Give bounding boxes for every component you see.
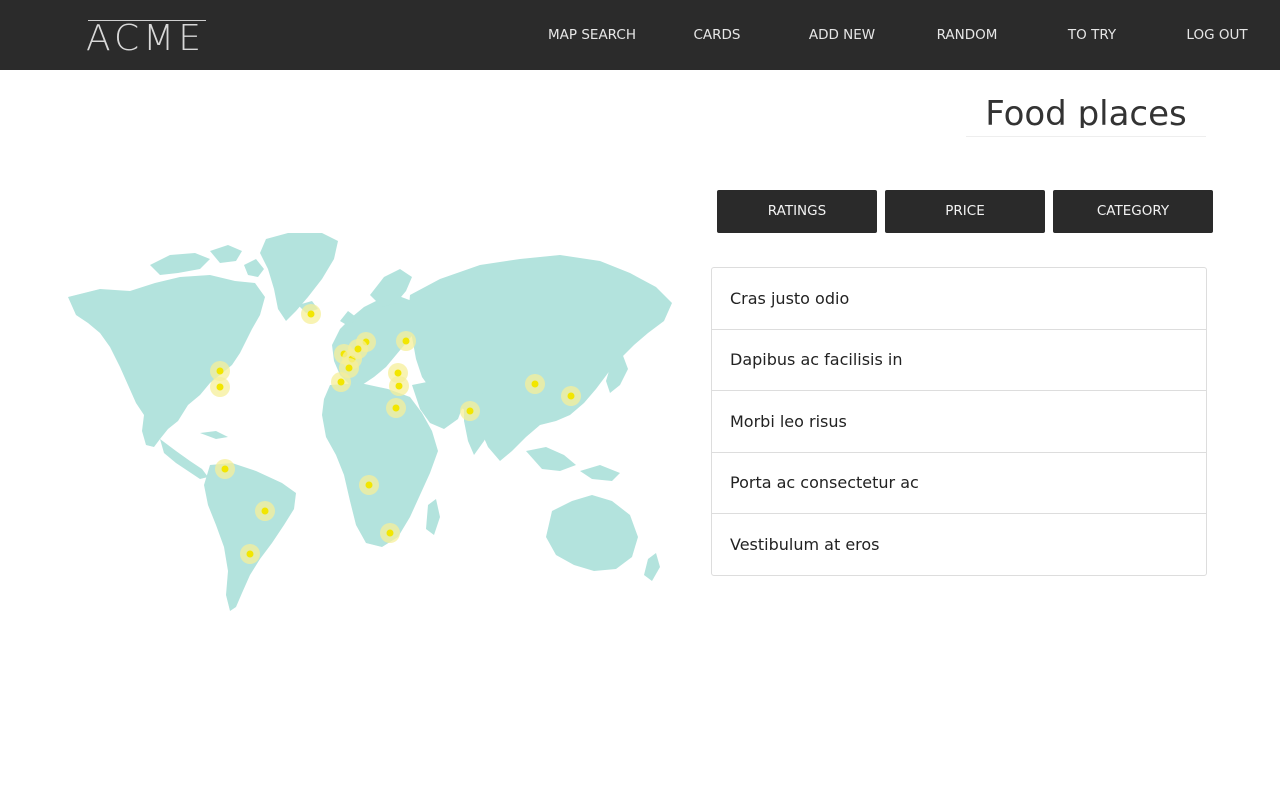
places-list: Cras justo odio Dapibus ac facilisis in …	[711, 267, 1207, 576]
list-item[interactable]: Porta ac consectetur ac	[712, 453, 1206, 514]
map-pin-icon[interactable]	[331, 372, 351, 392]
nav-log-out[interactable]: LOG OUT	[1157, 26, 1277, 44]
map-pin-icon[interactable]	[380, 523, 400, 543]
price-filter-button[interactable]: PRICE	[885, 190, 1045, 233]
nav-cards[interactable]: CARDS	[657, 26, 777, 44]
map-pin-icon[interactable]	[215, 459, 235, 479]
map-land	[68, 233, 672, 611]
list-item[interactable]: Cras justo odio	[712, 268, 1206, 330]
map-pin-icon[interactable]	[240, 544, 260, 564]
map-pin-icon[interactable]	[359, 475, 379, 495]
ratings-filter-button[interactable]: RATINGS	[717, 190, 877, 233]
world-map[interactable]	[60, 225, 680, 620]
map-pin-icon[interactable]	[301, 304, 321, 324]
nav-to-try[interactable]: TO TRY	[1032, 26, 1152, 44]
map-pin-icon[interactable]	[388, 363, 408, 383]
map-pin-icon[interactable]	[386, 398, 406, 418]
map-pin-icon[interactable]	[210, 377, 230, 397]
map-pin-icon[interactable]	[255, 501, 275, 521]
page-title: Food places	[985, 94, 1187, 128]
list-item[interactable]: Morbi leo risus	[712, 391, 1206, 453]
logo-text: ACME	[86, 18, 205, 59]
map-pin-icon[interactable]	[348, 339, 368, 359]
list-item[interactable]: Vestibulum at eros	[712, 514, 1206, 576]
map-pin-icon[interactable]	[396, 331, 416, 351]
nav-map-search[interactable]: MAP SEARCH	[532, 26, 652, 44]
map-pin-icon[interactable]	[561, 386, 581, 406]
map-pin-icon[interactable]	[460, 401, 480, 421]
top-navbar: ACME MAP SEARCH CARDS ADD NEW RANDOM TO …	[0, 0, 1280, 70]
title-divider	[966, 136, 1206, 137]
acme-logo[interactable]: ACME	[86, 18, 206, 59]
category-filter-button[interactable]: CATEGORY	[1053, 190, 1213, 233]
map-pin-icon[interactable]	[525, 374, 545, 394]
nav-random[interactable]: RANDOM	[907, 26, 1027, 44]
list-item[interactable]: Dapibus ac facilisis in	[712, 330, 1206, 391]
nav-add-new[interactable]: ADD NEW	[782, 26, 902, 44]
